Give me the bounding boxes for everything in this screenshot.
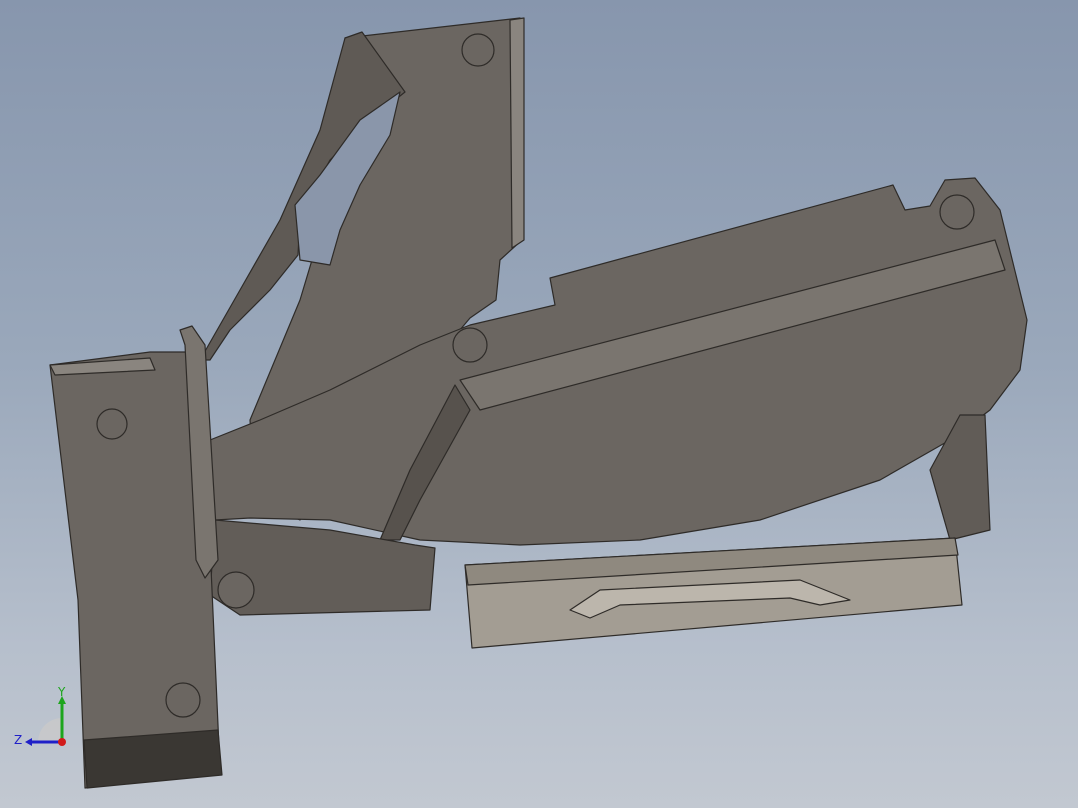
cup-hole-top — [96, 408, 128, 440]
pivot-hole-right — [939, 194, 975, 230]
pivot-hole-main — [452, 327, 488, 363]
cup-plate-foot — [83, 729, 223, 789]
x-axis-dot — [58, 738, 66, 746]
cup-hole-bottom — [165, 682, 201, 718]
z-axis-label: Z — [14, 733, 22, 747]
z-axis-arrow — [25, 738, 32, 746]
pivot-hole-lower — [217, 571, 255, 609]
hinge-model[interactable] — [0, 0, 1078, 808]
pivot-hole-top — [461, 33, 495, 67]
upper-arm-side — [509, 17, 525, 249]
y-axis-label: Y — [57, 686, 66, 699]
3d-viewport[interactable]: Y Z — [0, 0, 1078, 808]
orientation-triad: Y Z — [14, 686, 66, 747]
triad-arc — [38, 718, 62, 742]
